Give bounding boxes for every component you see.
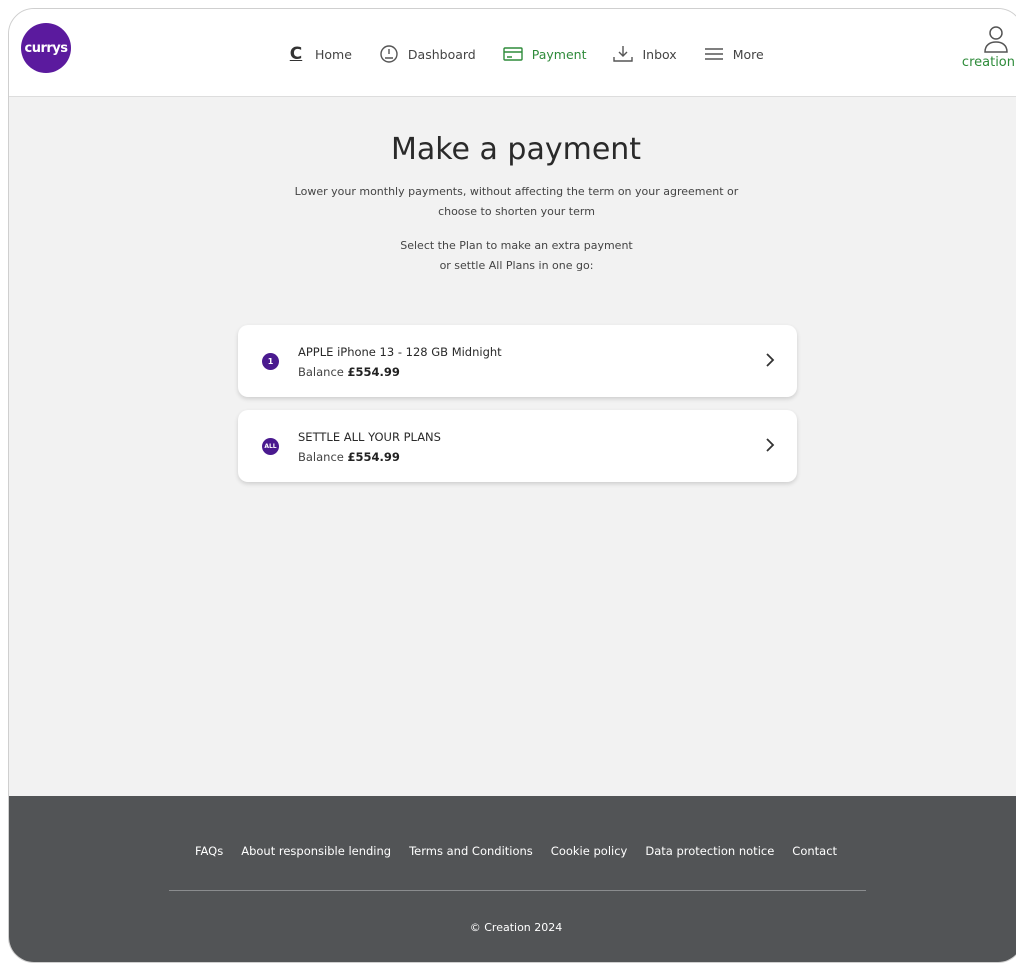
plan-name: SETTLE ALL YOUR PLANS bbox=[298, 430, 441, 444]
footer-link-responsible-lending[interactable]: About responsible lending bbox=[241, 844, 391, 858]
chevron-right-icon bbox=[766, 438, 775, 452]
top-header: currys C Home Dashboard Payment Inbox Mo… bbox=[9, 9, 1016, 97]
currys-logo[interactable]: currys bbox=[21, 23, 71, 73]
select-line-2: or settle All Plans in one go: bbox=[439, 259, 594, 272]
home-c-icon: C bbox=[289, 44, 303, 64]
footer-link-contact[interactable]: Contact bbox=[792, 844, 837, 858]
copyright: © Creation 2024 bbox=[469, 921, 563, 934]
app-frame: currys C Home Dashboard Payment Inbox Mo… bbox=[8, 8, 1016, 963]
plan-balance: Balance £554.99 bbox=[298, 450, 400, 464]
footer-link-cookie-policy[interactable]: Cookie policy bbox=[551, 844, 628, 858]
page-title: Make a payment bbox=[390, 132, 642, 167]
nav-home[interactable]: C Home bbox=[285, 45, 352, 63]
balance-value: £554.99 bbox=[347, 450, 400, 464]
footer-link-data-protection[interactable]: Data protection notice bbox=[645, 844, 774, 858]
balance-value: £554.99 bbox=[347, 365, 400, 379]
balance-label: Balance bbox=[298, 365, 348, 379]
nav-inbox[interactable]: Inbox bbox=[612, 45, 677, 63]
nav-home-label: Home bbox=[315, 46, 352, 62]
plan-name: APPLE iPhone 13 - 128 GB Midnight bbox=[298, 345, 502, 359]
nav-payment-label: Payment bbox=[531, 46, 587, 62]
page-footer: FAQs About responsible lending Terms and… bbox=[9, 796, 1016, 962]
nav-inbox-label: Inbox bbox=[642, 46, 677, 62]
select-instructions: Select the Plan to make an extra payment… bbox=[339, 236, 694, 276]
nav-payment[interactable]: Payment bbox=[502, 45, 587, 63]
user-area[interactable]: creation bbox=[953, 25, 1016, 70]
logo-text: currys bbox=[24, 40, 69, 56]
plan-number-badge: 1 bbox=[262, 353, 279, 370]
subtitle-line-2: choose to shorten your term bbox=[438, 205, 595, 218]
footer-link-faqs[interactable]: FAQs bbox=[195, 844, 223, 858]
plan-card-iphone[interactable]: 1 APPLE iPhone 13 - 128 GB Midnight Bala… bbox=[238, 325, 797, 397]
nav-dashboard[interactable]: Dashboard bbox=[378, 45, 476, 63]
balance-label: Balance bbox=[298, 450, 348, 464]
subtitle-line-1: Lower your monthly payments, without aff… bbox=[294, 185, 739, 198]
footer-divider bbox=[169, 890, 866, 891]
plan-card-settle-all[interactable]: ALL SETTLE ALL YOUR PLANS Balance £554.9… bbox=[238, 410, 797, 482]
nav-dashboard-label: Dashboard bbox=[407, 46, 476, 62]
inbox-icon bbox=[612, 45, 634, 63]
all-plans-badge: ALL bbox=[262, 438, 279, 455]
menu-icon bbox=[703, 45, 725, 63]
card-icon bbox=[502, 45, 524, 63]
plan-balance: Balance £554.99 bbox=[298, 365, 400, 379]
gauge-icon bbox=[378, 45, 400, 63]
select-line-1: Select the Plan to make an extra payment bbox=[400, 239, 633, 252]
chevron-right-icon bbox=[766, 353, 775, 367]
footer-link-terms[interactable]: Terms and Conditions bbox=[409, 844, 533, 858]
nav-more[interactable]: More bbox=[703, 45, 764, 63]
page-subtitle: Lower your monthly payments, without aff… bbox=[259, 182, 774, 222]
main-content: Make a payment Lower your monthly paymen… bbox=[9, 98, 1016, 796]
nav-more-label: More bbox=[732, 46, 764, 62]
creation-brand: creation bbox=[961, 55, 1015, 70]
user-icon[interactable] bbox=[983, 25, 1009, 53]
footer-links: FAQs About responsible lending Terms and… bbox=[9, 844, 1016, 858]
main-nav: C Home Dashboard Payment Inbox More bbox=[285, 43, 790, 65]
